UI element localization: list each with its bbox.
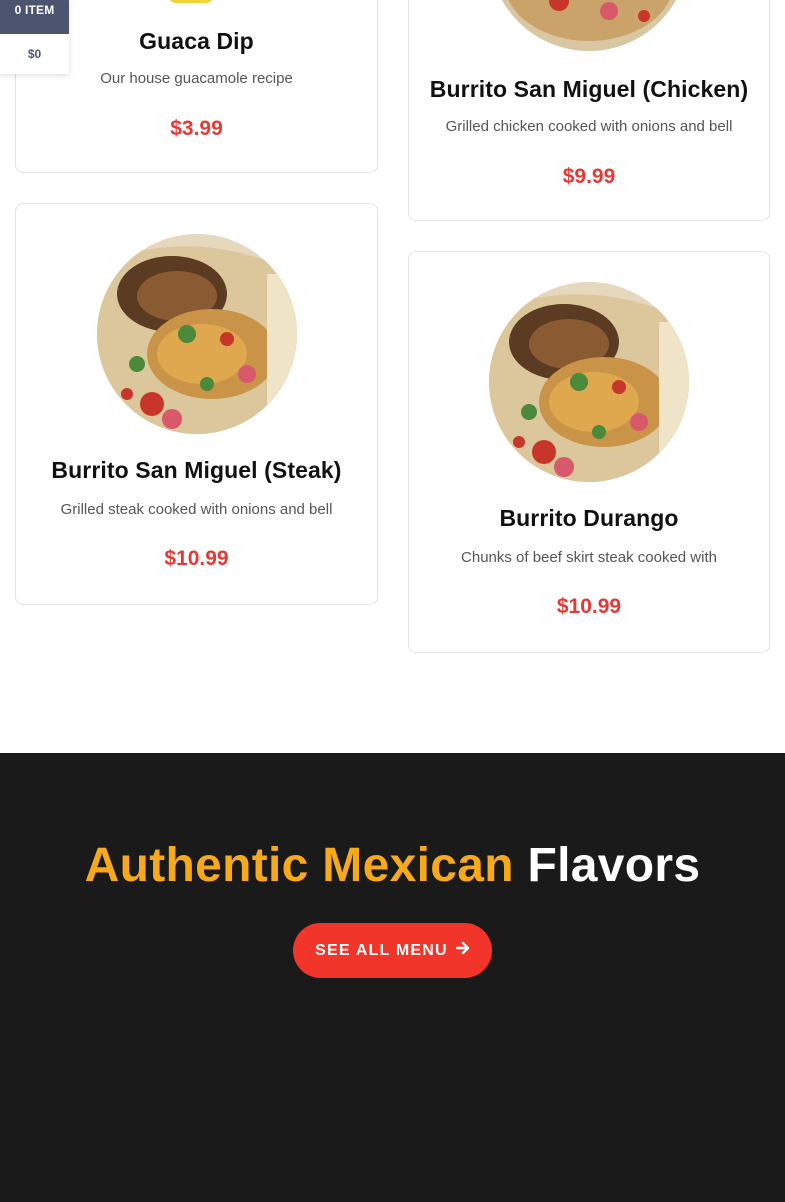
menu-card-burrito-steak[interactable]: Burrito San Miguel (Steak) Grilled steak… — [15, 203, 378, 605]
menu-item-title: Burrito San Miguel (Chicken) — [429, 76, 749, 102]
see-all-menu-label: SEE ALL MENU — [315, 941, 448, 959]
section-heading: Authentic Mexican Flavors — [0, 838, 785, 893]
menu-item-description: Our house guacamole recipe — [100, 70, 293, 87]
menu-item-title: Burrito Durango — [499, 505, 679, 531]
menu-item-title: Guaca Dip — [139, 28, 254, 54]
menu-item-description: Grilled steak cooked with onions and bel… — [60, 501, 333, 518]
heading-rest: Flavors — [527, 839, 701, 892]
burrito-photo — [489, 0, 689, 51]
arrow-right-icon — [455, 941, 470, 960]
menu-item-description: Chunks of beef skirt steak cooked with — [461, 549, 717, 566]
burrito-durango-image — [489, 282, 689, 482]
menu-card-burrito-durango[interactable]: Burrito Durango Chunks of beef skirt ste… — [408, 251, 770, 653]
cart-total: $0 — [0, 34, 69, 74]
menu-item-price: $10.99 — [164, 547, 229, 570]
burrito-photo — [96, 234, 297, 434]
menu-item-price: $10.99 — [556, 595, 622, 618]
menu-item-price: $9.99 — [562, 165, 616, 188]
cart-item-count: 0 ITEM — [0, 0, 69, 34]
see-all-menu-button[interactable]: SEE ALL MENU — [293, 923, 492, 978]
menu-item-price: $3.99 — [170, 117, 223, 140]
burrito-chicken-image — [489, 0, 689, 51]
cart-widget[interactable]: 0 ITEM $0 — [0, 0, 69, 74]
heading-highlight: Authentic Mexican — [84, 839, 514, 892]
menu-item-description: Grilled chicken cooked with onions and b… — [445, 118, 733, 135]
burrito-steak-image — [96, 234, 297, 434]
menu-card-burrito-chicken[interactable]: Burrito San Miguel (Chicken) Grilled chi… — [408, 0, 770, 221]
guaca-dip-image — [168, 0, 214, 3]
menu-item-title: Burrito San Miguel (Steak) — [51, 457, 342, 483]
burrito-photo — [489, 282, 689, 482]
menu-card-guaca-dip[interactable]: Guaca Dip Our house guacamole recipe $3.… — [15, 0, 378, 173]
